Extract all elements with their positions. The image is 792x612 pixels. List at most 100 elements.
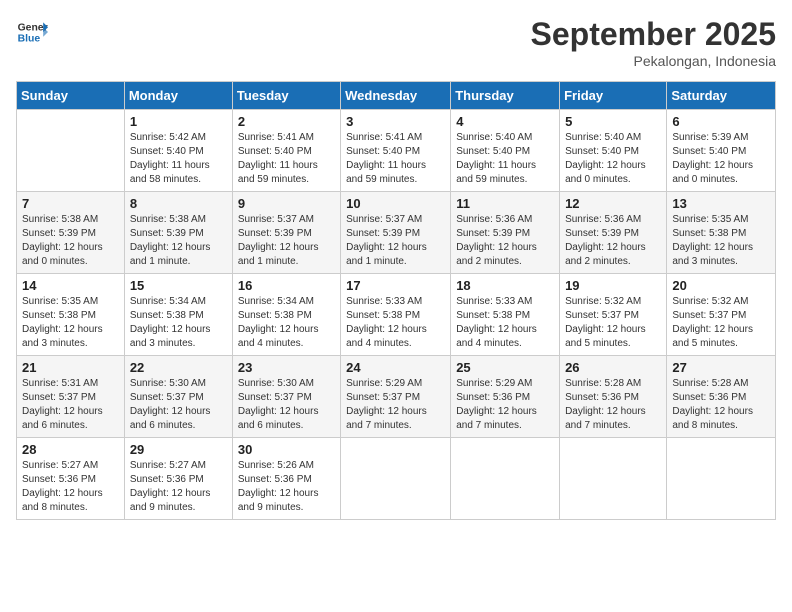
day-info: Sunrise: 5:29 AM Sunset: 5:37 PM Dayligh… [346,377,445,433]
day-cell: 29Sunrise: 5:27 AM Sunset: 5:36 PM Dayli… [124,438,232,520]
day-info: Sunrise: 5:37 AM Sunset: 5:39 PM Dayligh… [238,213,335,269]
day-cell: 19 Sunrise: 5:32 AM Sunset: 5:37 PM Dayli… [560,274,667,356]
logo: General Blue [16,16,48,48]
day-number: 27 [672,360,770,375]
day-info: Sunrise: 5:34 AM Sunset: 5:38 PM Dayligh… [238,295,335,351]
day-number: 3 [346,114,445,129]
day-info: Sunrise: 5:27 AM Sunset: 5:36 PM Dayligh… [22,459,119,515]
day-info: Sunrise: 5:30 AM Sunset: 5:37 PM Dayligh… [130,377,227,433]
day-cell [341,438,451,520]
day-info: Sunrise: 5:35 AM Sunset: 5:38 PM Dayligh… [22,295,119,351]
day-info: Sunrise: 5:41 AM Sunset: 5:40 PM Dayligh… [238,131,335,187]
day-cell: 1Sunrise: 5:42 AM Sunset: 5:40 PM Daylig… [124,110,232,192]
day-number: 6 [672,114,770,129]
day-number: 30 [238,442,335,457]
day-info: Sunrise: 5:35 AM Sunset: 5:38 PM Dayligh… [672,213,770,269]
day-cell: 12Sunrise: 5:36 AM Sunset: 5:39 PM Dayli… [560,192,667,274]
day-number: 11 [456,196,554,211]
day-header-saturday: Saturday [667,82,776,110]
day-cell [560,438,667,520]
day-header-friday: Friday [560,82,667,110]
day-number: 5 [565,114,661,129]
day-cell: 25 Sunrise: 5:29 AM Sunset: 5:36 PM Dayli… [451,356,560,438]
day-number: 24 [346,360,445,375]
day-info: Sunrise: 5:41 AM Sunset: 5:40 PM Dayligh… [346,131,445,187]
day-info: Sunrise: 5:40 AM Sunset: 5:40 PM Dayligh… [565,131,661,187]
day-cell [17,110,125,192]
day-cell: 10 Sunrise: 5:37 AM Sunset: 5:39 PM Dayli… [341,192,451,274]
day-cell: 8Sunrise: 5:38 AM Sunset: 5:39 PM Daylig… [124,192,232,274]
day-info: Sunrise: 5:39 AM Sunset: 5:40 PM Dayligh… [672,131,770,187]
day-info: Sunrise: 5:26 AM Sunset: 5:36 PM Dayligh… [238,459,335,515]
page-header: General Blue September 2025 Pekalongan, … [16,16,776,69]
day-cell: 26Sunrise: 5:28 AM Sunset: 5:36 PM Dayli… [560,356,667,438]
day-cell: 23Sunrise: 5:30 AM Sunset: 5:37 PM Dayli… [232,356,340,438]
day-info: Sunrise: 5:29 AM Sunset: 5:36 PM Dayligh… [456,377,554,433]
day-number: 9 [238,196,335,211]
day-info: Sunrise: 5:32 AM Sunset: 5:37 PM Dayligh… [672,295,770,351]
day-cell [667,438,776,520]
day-cell: 16 Sunrise: 5:34 AM Sunset: 5:38 PM Dayli… [232,274,340,356]
location-subtitle: Pekalongan, Indonesia [531,53,776,69]
day-info: Sunrise: 5:33 AM Sunset: 5:38 PM Dayligh… [346,295,445,351]
day-cell: 18 Sunrise: 5:33 AM Sunset: 5:38 PM Dayli… [451,274,560,356]
day-cell: 17Sunrise: 5:33 AM Sunset: 5:38 PM Dayli… [341,274,451,356]
day-cell: 13 Sunrise: 5:35 AM Sunset: 5:38 PM Dayli… [667,192,776,274]
day-info: Sunrise: 5:36 AM Sunset: 5:39 PM Dayligh… [456,213,554,269]
day-info: Sunrise: 5:31 AM Sunset: 5:37 PM Dayligh… [22,377,119,433]
day-cell: 4 Sunrise: 5:40 AM Sunset: 5:40 PM Daylig… [451,110,560,192]
week-row-3: 14 Sunrise: 5:35 AM Sunset: 5:38 PM Dayli… [17,274,776,356]
day-number: 15 [130,278,227,293]
svg-text:Blue: Blue [18,34,41,45]
day-cell: 22Sunrise: 5:30 AM Sunset: 5:37 PM Dayli… [124,356,232,438]
day-number: 13 [672,196,770,211]
day-info: Sunrise: 5:34 AM Sunset: 5:38 PM Dayligh… [130,295,227,351]
day-cell: 3 Sunrise: 5:41 AM Sunset: 5:40 PM Daylig… [341,110,451,192]
week-row-4: 21 Sunrise: 5:31 AM Sunset: 5:37 PM Dayli… [17,356,776,438]
day-info: Sunrise: 5:30 AM Sunset: 5:37 PM Dayligh… [238,377,335,433]
day-info: Sunrise: 5:38 AM Sunset: 5:39 PM Dayligh… [130,213,227,269]
day-number: 4 [456,114,554,129]
day-header-wednesday: Wednesday [341,82,451,110]
day-info: Sunrise: 5:28 AM Sunset: 5:36 PM Dayligh… [565,377,661,433]
calendar-table: SundayMondayTuesdayWednesdayThursdayFrid… [16,81,776,520]
day-cell: 9 Sunrise: 5:37 AM Sunset: 5:39 PM Daylig… [232,192,340,274]
day-cell: 6 Sunrise: 5:39 AM Sunset: 5:40 PM Daylig… [667,110,776,192]
day-info: Sunrise: 5:37 AM Sunset: 5:39 PM Dayligh… [346,213,445,269]
month-title: September 2025 [531,16,776,53]
logo-icon: General Blue [16,16,48,48]
day-info: Sunrise: 5:27 AM Sunset: 5:36 PM Dayligh… [130,459,227,515]
day-header-monday: Monday [124,82,232,110]
day-number: 18 [456,278,554,293]
week-row-5: 28Sunrise: 5:27 AM Sunset: 5:36 PM Dayli… [17,438,776,520]
day-cell: 28Sunrise: 5:27 AM Sunset: 5:36 PM Dayli… [17,438,125,520]
day-number: 19 [565,278,661,293]
day-cell: 20 Sunrise: 5:32 AM Sunset: 5:37 PM Dayli… [667,274,776,356]
day-number: 21 [22,360,119,375]
day-header-row: SundayMondayTuesdayWednesdayThursdayFrid… [17,82,776,110]
day-cell: 30 Sunrise: 5:26 AM Sunset: 5:36 PM Dayli… [232,438,340,520]
week-row-1: 1Sunrise: 5:42 AM Sunset: 5:40 PM Daylig… [17,110,776,192]
day-info: Sunrise: 5:40 AM Sunset: 5:40 PM Dayligh… [456,131,554,187]
day-info: Sunrise: 5:36 AM Sunset: 5:39 PM Dayligh… [565,213,661,269]
day-info: Sunrise: 5:28 AM Sunset: 5:36 PM Dayligh… [672,377,770,433]
day-number: 10 [346,196,445,211]
day-cell: 27 Sunrise: 5:28 AM Sunset: 5:36 PM Dayli… [667,356,776,438]
day-number: 20 [672,278,770,293]
day-number: 25 [456,360,554,375]
day-cell [451,438,560,520]
week-row-2: 7 Sunrise: 5:38 AM Sunset: 5:39 PM Daylig… [17,192,776,274]
day-number: 7 [22,196,119,211]
day-number: 1 [130,114,227,129]
day-cell: 21 Sunrise: 5:31 AM Sunset: 5:37 PM Dayli… [17,356,125,438]
day-cell: 5 Sunrise: 5:40 AM Sunset: 5:40 PM Daylig… [560,110,667,192]
day-cell: 24 Sunrise: 5:29 AM Sunset: 5:37 PM Dayli… [341,356,451,438]
day-info: Sunrise: 5:38 AM Sunset: 5:39 PM Dayligh… [22,213,119,269]
day-number: 16 [238,278,335,293]
day-info: Sunrise: 5:32 AM Sunset: 5:37 PM Dayligh… [565,295,661,351]
day-cell: 11 Sunrise: 5:36 AM Sunset: 5:39 PM Dayli… [451,192,560,274]
day-header-sunday: Sunday [17,82,125,110]
day-cell: 15 Sunrise: 5:34 AM Sunset: 5:38 PM Dayli… [124,274,232,356]
day-info: Sunrise: 5:33 AM Sunset: 5:38 PM Dayligh… [456,295,554,351]
day-number: 14 [22,278,119,293]
